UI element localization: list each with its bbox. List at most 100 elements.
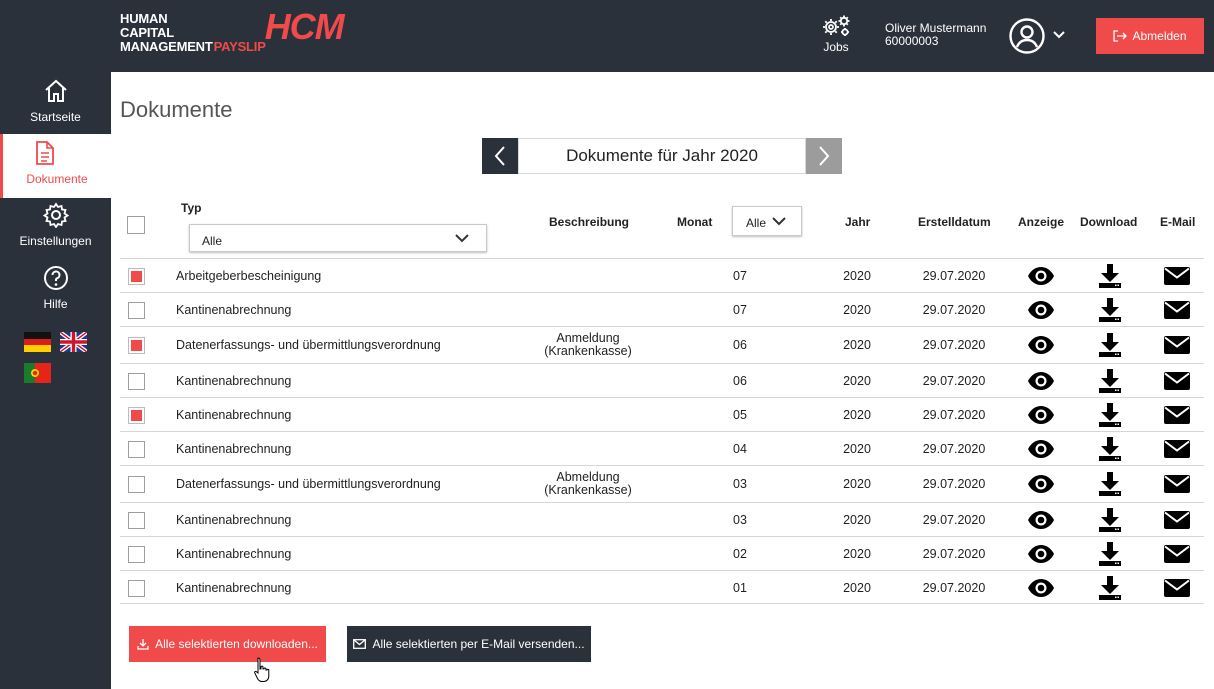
email-envelope-icon[interactable] bbox=[1164, 579, 1190, 600]
download-icon[interactable] bbox=[1098, 436, 1122, 465]
row-jahr: 2020 bbox=[843, 269, 871, 283]
email-envelope-icon[interactable] bbox=[1164, 440, 1190, 461]
table-row: Kantinenabrechnung 06 2020 29.07.2020 bbox=[120, 363, 1204, 397]
logo-payslip: PAYSLIP bbox=[213, 39, 266, 54]
sidebar-item-label: Hilfe bbox=[43, 297, 68, 311]
row-typ: Kantinenabrechnung bbox=[176, 303, 292, 317]
view-eye-icon[interactable] bbox=[1027, 578, 1055, 601]
logout-button[interactable]: Abmelden bbox=[1096, 18, 1204, 54]
download-icon[interactable] bbox=[1098, 541, 1122, 570]
email-selected-label: Alle selektierten per E-Mail versenden..… bbox=[372, 637, 585, 651]
row-checkbox[interactable] bbox=[128, 546, 145, 563]
row-checkbox[interactable] bbox=[128, 268, 145, 285]
download-selected-button[interactable]: Alle selektierten downloaden... bbox=[129, 626, 326, 662]
view-eye-icon[interactable] bbox=[1027, 300, 1055, 323]
download-icon[interactable] bbox=[1098, 575, 1122, 604]
row-checkbox[interactable] bbox=[128, 407, 145, 424]
sidebar-item-dokumente[interactable]: Dokumente bbox=[0, 134, 111, 198]
row-checkbox[interactable] bbox=[128, 373, 145, 390]
row-jahr: 2020 bbox=[843, 513, 871, 527]
chevron-left-icon bbox=[494, 146, 505, 166]
view-eye-icon[interactable] bbox=[1027, 405, 1055, 428]
download-icon[interactable] bbox=[1098, 332, 1122, 361]
flag-uk-icon[interactable] bbox=[60, 332, 87, 352]
monat-filter-value: Alle bbox=[746, 216, 767, 230]
row-monat: 07 bbox=[733, 303, 747, 317]
chevron-down-icon[interactable] bbox=[1052, 30, 1066, 40]
email-envelope-icon[interactable] bbox=[1164, 475, 1190, 496]
table-row: Datenerfassungs- und übermittlungsverord… bbox=[120, 465, 1204, 502]
column-header-typ: Typ bbox=[181, 201, 202, 215]
view-eye-icon[interactable] bbox=[1027, 510, 1055, 533]
sidebar-item-einstellungen[interactable]: Einstellungen bbox=[0, 202, 111, 264]
view-eye-icon[interactable] bbox=[1027, 474, 1055, 497]
email-envelope-icon[interactable] bbox=[1164, 267, 1190, 288]
table-row: Kantinenabrechnung 07 2020 29.07.2020 bbox=[120, 292, 1204, 326]
envelope-icon bbox=[353, 639, 367, 649]
logo-line-3: MANAGEMENT PAYSLIP bbox=[120, 40, 266, 54]
download-icon[interactable] bbox=[1098, 263, 1122, 292]
logout-label: Abmelden bbox=[1132, 29, 1187, 43]
sidebar-item-hilfe[interactable]: Hilfe bbox=[0, 265, 111, 327]
row-beschreibung: Anmeldung (Krankenkasse) bbox=[528, 332, 648, 358]
column-header-beschreibung: Beschreibung bbox=[549, 215, 630, 229]
download-icon[interactable] bbox=[1098, 471, 1122, 500]
row-monat: 04 bbox=[733, 442, 747, 456]
select-all-checkbox[interactable] bbox=[127, 216, 145, 234]
download-icon[interactable] bbox=[1098, 368, 1122, 397]
row-checkbox[interactable] bbox=[128, 580, 145, 597]
typ-filter-select[interactable]: Alle bbox=[189, 224, 487, 252]
gears-icon bbox=[823, 15, 850, 36]
email-envelope-icon[interactable] bbox=[1164, 301, 1190, 322]
page-title: Dokumente bbox=[120, 97, 233, 122]
previous-year-button[interactable] bbox=[482, 138, 518, 174]
email-envelope-icon[interactable] bbox=[1164, 545, 1190, 566]
table-row: Kantinenabrechnung 01 2020 29.07.2020 bbox=[120, 570, 1204, 604]
view-eye-icon[interactable] bbox=[1027, 266, 1055, 289]
email-envelope-icon[interactable] bbox=[1164, 406, 1190, 427]
row-checkbox[interactable] bbox=[128, 337, 145, 354]
flag-portugal-icon[interactable] bbox=[24, 363, 51, 383]
year-label: Dokumente für Jahr 2020 bbox=[518, 138, 806, 174]
email-envelope-icon[interactable] bbox=[1164, 372, 1190, 393]
view-eye-icon[interactable] bbox=[1027, 544, 1055, 567]
row-monat: 03 bbox=[733, 477, 747, 491]
download-icon[interactable] bbox=[1098, 402, 1122, 431]
row-checkbox[interactable] bbox=[128, 441, 145, 458]
column-header-monat: Monat bbox=[677, 215, 713, 229]
row-erstelldatum: 29.07.2020 bbox=[922, 303, 986, 317]
row-jahr: 2020 bbox=[843, 581, 871, 595]
row-beschreibung: Abmeldung (Krankenkasse) bbox=[528, 471, 648, 497]
download-icon[interactable] bbox=[1098, 297, 1122, 326]
flag-germany-icon[interactable] bbox=[24, 332, 51, 352]
download-icon[interactable] bbox=[1098, 507, 1122, 536]
document-icon bbox=[36, 141, 54, 165]
row-erstelldatum: 29.07.2020 bbox=[922, 581, 986, 595]
row-jahr: 2020 bbox=[843, 374, 871, 388]
row-monat: 07 bbox=[733, 269, 747, 283]
hcm-payslip-logo[interactable]: HUMAN CAPITAL MANAGEMENT PAYSLIP HCM bbox=[120, 9, 345, 58]
sidebar-item-label: Startseite bbox=[30, 110, 81, 124]
user-avatar-icon[interactable] bbox=[1008, 17, 1046, 55]
email-selected-button[interactable]: Alle selektierten per E-Mail versenden..… bbox=[347, 626, 591, 662]
row-erstelldatum: 29.07.2020 bbox=[922, 374, 986, 388]
email-envelope-icon[interactable] bbox=[1164, 511, 1190, 532]
table-row: Kantinenabrechnung 04 2020 29.07.2020 bbox=[120, 431, 1204, 465]
view-eye-icon[interactable] bbox=[1027, 335, 1055, 358]
view-eye-icon[interactable] bbox=[1027, 371, 1055, 394]
row-jahr: 2020 bbox=[843, 408, 871, 422]
row-typ: Arbeitgeberbescheinigung bbox=[176, 269, 322, 283]
logout-icon bbox=[1113, 30, 1128, 42]
email-envelope-icon[interactable] bbox=[1164, 336, 1190, 357]
next-year-button[interactable] bbox=[806, 138, 842, 174]
download-selected-label: Alle selektierten downloaden... bbox=[155, 637, 318, 651]
row-checkbox[interactable] bbox=[128, 476, 145, 493]
monat-filter-select[interactable]: Alle bbox=[732, 206, 802, 236]
row-checkbox[interactable] bbox=[128, 302, 145, 319]
jobs-button[interactable]: Jobs bbox=[814, 14, 858, 54]
view-eye-icon[interactable] bbox=[1027, 439, 1055, 462]
row-monat: 05 bbox=[733, 408, 747, 422]
row-checkbox[interactable] bbox=[128, 512, 145, 529]
download-icon bbox=[137, 639, 149, 650]
sidebar-item-startseite[interactable]: Startseite bbox=[0, 76, 111, 138]
